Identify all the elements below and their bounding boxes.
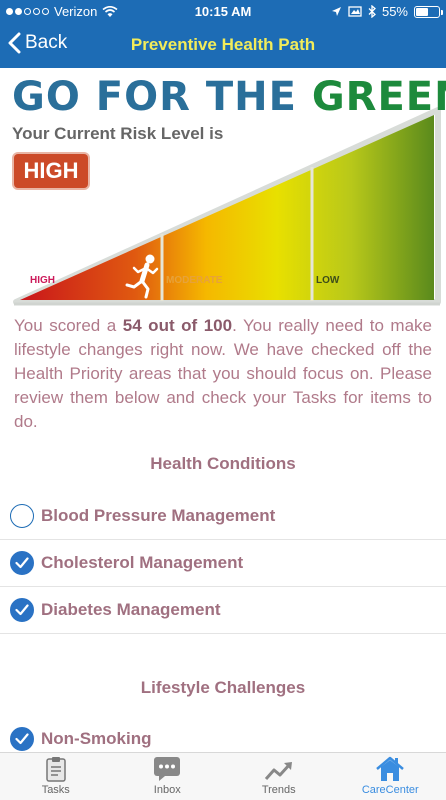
tab-tasks[interactable]: Tasks bbox=[0, 753, 112, 800]
checkbox-cholesterol[interactable] bbox=[10, 551, 34, 575]
screen-rotation-icon bbox=[348, 6, 362, 17]
navigation-bar: Back Preventive Health Path bbox=[0, 24, 446, 68]
tab-trends-label: Trends bbox=[261, 784, 296, 796]
headline-part2: GREEN bbox=[311, 74, 446, 120]
chat-icon bbox=[154, 757, 181, 781]
item-label: Blood Pressure Management bbox=[41, 506, 276, 525]
tab-inbox[interactable]: Inbox bbox=[112, 753, 224, 800]
main-content[interactable]: GO FOR THE GREEN Your Current Risk Level… bbox=[0, 68, 446, 752]
headline-part1: GO FOR THE bbox=[12, 74, 297, 120]
tab-tasks-label: Tasks bbox=[41, 784, 70, 796]
score-summary: You scored a 54 out of 100. You really n… bbox=[14, 314, 432, 434]
list-item-diabetes[interactable]: Diabetes Management bbox=[0, 587, 446, 634]
home-icon bbox=[376, 756, 405, 781]
clipboard-icon bbox=[46, 757, 66, 782]
item-label: Diabetes Management bbox=[41, 600, 221, 619]
page-title: Preventive Health Path bbox=[130, 35, 316, 54]
checkmark-icon bbox=[15, 604, 29, 616]
tab-carecenter[interactable]: CareCenter bbox=[335, 753, 446, 800]
headline: GO FOR THE GREEN bbox=[12, 74, 446, 120]
status-bar: Verizon 10:15 AM 55% bbox=[0, 0, 446, 24]
checkmark-icon bbox=[15, 733, 29, 745]
item-label: Non-Smoking bbox=[41, 729, 152, 748]
risk-level-label: Your Current Risk Level is bbox=[12, 124, 224, 143]
checkbox-blood-pressure[interactable] bbox=[10, 504, 34, 528]
item-label: Cholesterol Management bbox=[41, 553, 244, 572]
meter-label-low: LOW bbox=[316, 275, 340, 286]
checkmark-icon bbox=[15, 557, 29, 569]
app-screen: Verizon 10:15 AM 55% Back Preventive Hea… bbox=[0, 0, 446, 800]
trend-icon bbox=[264, 762, 292, 780]
checkbox-non-smoking[interactable] bbox=[10, 727, 34, 751]
list-item-cholesterol[interactable]: Cholesterol Management bbox=[0, 540, 446, 587]
meter-label-high: HIGH bbox=[30, 275, 55, 286]
tab-trends[interactable]: Trends bbox=[223, 753, 335, 800]
health-conditions-title: Health Conditions bbox=[150, 454, 296, 473]
meter-label-moderate: MODERATE bbox=[166, 275, 223, 286]
risk-level-badge: HIGH bbox=[14, 154, 88, 188]
list-item-non-smoking[interactable]: Non-Smoking bbox=[0, 716, 446, 752]
lifestyle-challenges-title: Lifestyle Challenges bbox=[140, 678, 306, 697]
score-value: 54 out of 100 bbox=[122, 316, 233, 335]
score-prefix: You scored a bbox=[14, 316, 123, 335]
status-right: 55% bbox=[331, 4, 443, 19]
battery-icon bbox=[414, 5, 443, 18]
location-icon bbox=[331, 7, 341, 16]
checkbox-diabetes[interactable] bbox=[10, 598, 34, 622]
tab-bar: Tasks Inbox Trends CareCenter bbox=[0, 752, 446, 800]
tab-inbox-label: Inbox bbox=[153, 784, 181, 796]
bluetooth-icon bbox=[368, 5, 376, 18]
battery-percent: 55% bbox=[381, 4, 408, 19]
list-item-blood-pressure[interactable]: Blood Pressure Management bbox=[0, 493, 446, 540]
tab-carecenter-label: CareCenter bbox=[361, 784, 419, 796]
